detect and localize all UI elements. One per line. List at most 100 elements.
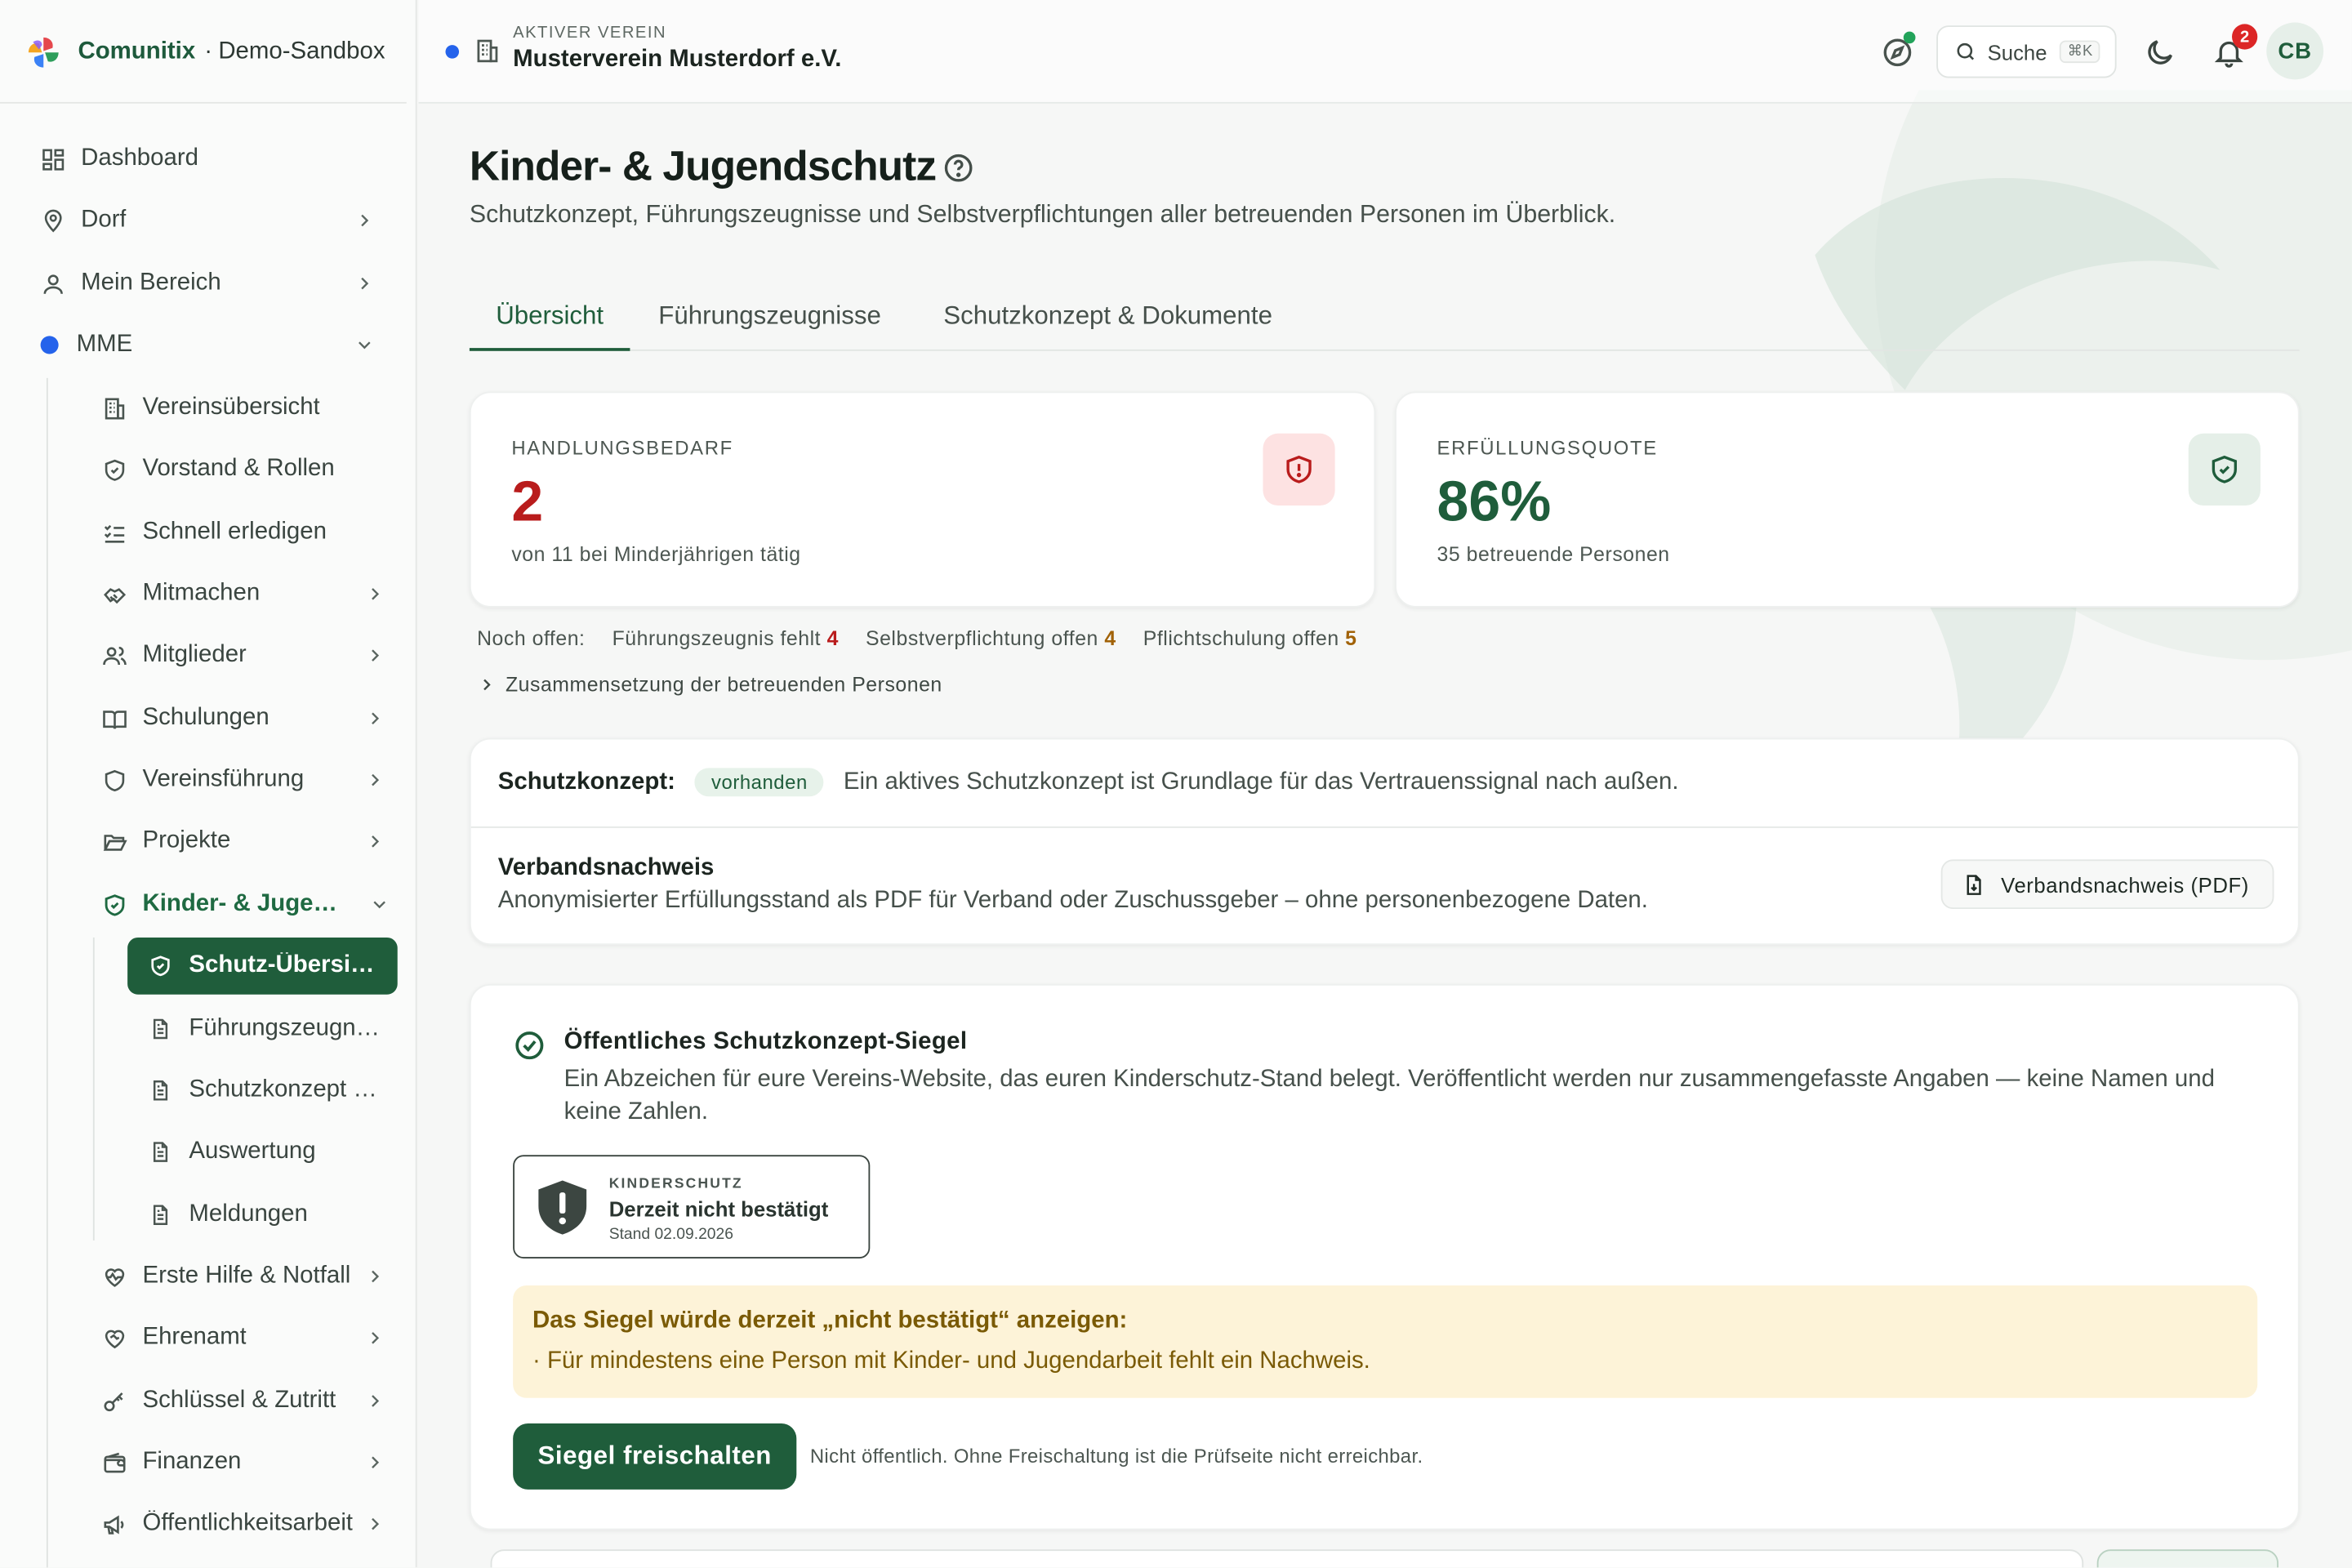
- sidebar-item-label: Öffentlichkeitsarbeit: [142, 1510, 354, 1536]
- button-label: Verbandsnachweis (PDF): [2001, 872, 2249, 897]
- composition-toggle[interactable]: Zusammensetzung der betreuenden Personen: [477, 674, 942, 696]
- shield-check-icon: [2212, 455, 2237, 483]
- brand[interactable]: Comunitix · Demo-Sandbox: [24, 30, 399, 75]
- building-icon: [100, 394, 127, 421]
- folder-open-icon: [100, 828, 127, 855]
- search-button[interactable]: Suche ⌘K: [1936, 25, 2117, 78]
- sidebar-item-finanzen[interactable]: Finanzen: [100, 1437, 385, 1488]
- sidebar-item-schulungen[interactable]: Schulungen: [100, 693, 385, 744]
- sidebar-item-schutz-uebersicht[interactable]: Schutz-Übersicht: [127, 937, 398, 995]
- sidebar-item-mme[interactable]: MME: [39, 319, 375, 370]
- open-label: Noch offen:: [477, 626, 586, 650]
- topbar: AKTIVER VEREIN Musterverein Musterdorf e…: [418, 0, 2352, 104]
- sidebar-item-label: Auswertung: [189, 1138, 316, 1165]
- sidebar-item-label: Ehrenamt: [142, 1324, 247, 1351]
- sidebar-item-label: Schlüssel & Zutritt: [142, 1387, 336, 1414]
- siegel-title: Öffentliches Schutzkonzept-Siegel: [564, 1028, 968, 1055]
- sidebar-item-label: Vorstand & Rollen: [142, 456, 335, 482]
- tab-schutzkonzept-dokumente[interactable]: Schutzkonzept & Dokumente: [943, 289, 1272, 350]
- chevron-right-icon: [372, 712, 380, 725]
- stat-kicker: HANDLUNGSBEDARF: [511, 436, 733, 460]
- stat-kicker: ERFÜLLUNGSQUOTE: [1437, 436, 1658, 460]
- sidebar-item-erste-hilfe[interactable]: Erste Hilfe & Notfall: [100, 1251, 385, 1302]
- chevron-right-icon: [361, 214, 369, 227]
- avatar[interactable]: CB: [2266, 22, 2324, 80]
- club-dot: [40, 336, 59, 354]
- check-circle-icon: [515, 1031, 544, 1060]
- next-section-input[interactable]: [490, 1549, 2084, 1568]
- sidebar-item-fuehrungszeugnisse[interactable]: Führungszeugnisse: [147, 1004, 387, 1054]
- sidebar-item-vorstand[interactable]: Vorstand & Rollen: [100, 444, 385, 495]
- tab-bar: Übersicht Führungszeugnisse Schutzkonzep…: [469, 289, 2300, 351]
- sidebar-item-ehrenamt[interactable]: Ehrenamt: [100, 1312, 385, 1363]
- tab-uebersicht[interactable]: Übersicht: [469, 289, 630, 351]
- sidebar-item-label: MME: [76, 331, 133, 358]
- sidebar-item-dashboard[interactable]: Dashboard: [39, 133, 393, 184]
- siegel-freischalten-button[interactable]: Siegel freischalten: [513, 1423, 797, 1490]
- chevron-right-icon: [483, 679, 491, 691]
- status-badge: vorhanden: [694, 768, 825, 797]
- siegel-warning: Das Siegel würde derzeit „nicht bestätig…: [513, 1285, 2258, 1398]
- active-club-name[interactable]: Musterverein Musterdorf e.V.: [513, 47, 841, 74]
- sidebar-item-projekte[interactable]: Projekte: [100, 816, 385, 866]
- sidebar-item-schnell-erledigen[interactable]: Schnell erledigen: [100, 507, 385, 558]
- sidebar-item-kinder-jugendschutz[interactable]: Kinder- & Jugendschutz: [100, 879, 390, 929]
- stat-card-handlungsbedarf: HANDLUNGSBEDARF 2 von 11 bei Minderjähri…: [469, 391, 1376, 608]
- sidebar-item-schutzkonzept[interactable]: Schutzkonzept & Dokumente: [147, 1065, 387, 1116]
- file-text-icon: [147, 1138, 174, 1165]
- sidebar-item-label: Mitmachen: [142, 580, 261, 607]
- file-text-icon: [147, 1015, 174, 1042]
- sidebar-item-auswertung[interactable]: Auswertung: [147, 1126, 387, 1177]
- chevron-right-icon: [372, 835, 380, 848]
- comunitix-logo-icon: [28, 37, 59, 68]
- sidebar-item-label: Führungszeugnisse: [189, 1015, 381, 1041]
- sidebar-item-label: Schutz-Übersicht: [189, 952, 378, 978]
- chevron-right-icon: [372, 773, 380, 786]
- key-icon: [100, 1388, 127, 1414]
- stat-note: 35 betreuende Personen: [1437, 542, 1670, 566]
- tree-line: [92, 937, 95, 1241]
- search-shortcut: ⌘K: [2060, 40, 2100, 64]
- stat-card-erfuellungsquote: ERFÜLLUNGSQUOTE 86% 35 betreuende Person…: [1395, 391, 2300, 608]
- sidebar-item-mitmachen[interactable]: Mitmachen: [100, 568, 385, 619]
- shield-icon: [100, 767, 127, 794]
- user-icon: [39, 270, 66, 297]
- shield-alert-icon: [538, 1180, 587, 1235]
- open-item-pflichtschulung[interactable]: Pflichtschulung offen 5: [1143, 627, 1357, 650]
- brand-sandbox: Demo-Sandbox: [218, 38, 385, 65]
- sidebar-item-meldungen[interactable]: Meldungen: [147, 1190, 387, 1241]
- verbandsnachweis-pdf-button[interactable]: Verbandsnachweis (PDF): [1940, 859, 2274, 910]
- help-circle-icon[interactable]: [942, 152, 974, 185]
- building-icon: [477, 39, 498, 63]
- badge-status: Derzeit nicht bestätigt: [608, 1196, 829, 1222]
- heart-handshake-icon: [100, 1325, 127, 1352]
- sidebar-item-mein-bereich[interactable]: Mein Bereich: [39, 258, 375, 309]
- chevron-right-icon: [361, 277, 369, 290]
- sidebar-item-schluessel[interactable]: Schlüssel & Zutritt: [100, 1375, 385, 1426]
- list-checks-icon: [100, 519, 127, 546]
- file-text-icon: [147, 1201, 174, 1228]
- schutzkonzept-label: Schutzkonzept:: [497, 768, 675, 795]
- next-section-button[interactable]: [2096, 1549, 2278, 1568]
- siegel-badge-preview: KINDERSCHUTZ Derzeit nicht bestätigt Sta…: [513, 1155, 871, 1258]
- sidebar-item-label: Dorf: [81, 207, 127, 233]
- alert-shield-box: [1263, 433, 1335, 506]
- sidebar-item-label: Mein Bereich: [81, 270, 221, 296]
- search-icon: [1957, 42, 1975, 60]
- sidebar-item-label: Kinder- & Jugendschutz: [142, 890, 346, 917]
- verbandsnachweis-title: Verbandsnachweis: [497, 854, 715, 881]
- verbandsnachweis-text: Anonymisierter Erfüllungsstand als PDF f…: [497, 888, 1648, 914]
- moon-icon[interactable]: [2144, 36, 2176, 69]
- stat-value: 2: [511, 470, 544, 534]
- sidebar-item-oeffentlichkeitsarbeit[interactable]: Öffentlichkeitsarbeit: [100, 1499, 385, 1549]
- chevron-right-icon: [372, 588, 380, 600]
- sidebar-item-dorf[interactable]: Dorf: [39, 195, 375, 246]
- shield-check-icon: [147, 952, 174, 979]
- sidebar-item-mitglieder[interactable]: Mitglieder: [100, 630, 385, 680]
- tab-fuehrungszeugnisse[interactable]: Führungszeugnisse: [658, 289, 881, 350]
- open-item-fuehrungszeugnis[interactable]: Führungszeugnis fehlt 4: [612, 627, 839, 650]
- sidebar-item-label: Vereinsübersicht: [142, 394, 320, 421]
- open-item-selbstverpflichtung[interactable]: Selbstverpflichtung offen 4: [866, 627, 1116, 650]
- sidebar-item-vereinsfuehrung[interactable]: Vereinsführung: [100, 755, 385, 805]
- sidebar-item-vereinsuebersicht[interactable]: Vereinsübersicht: [100, 382, 385, 433]
